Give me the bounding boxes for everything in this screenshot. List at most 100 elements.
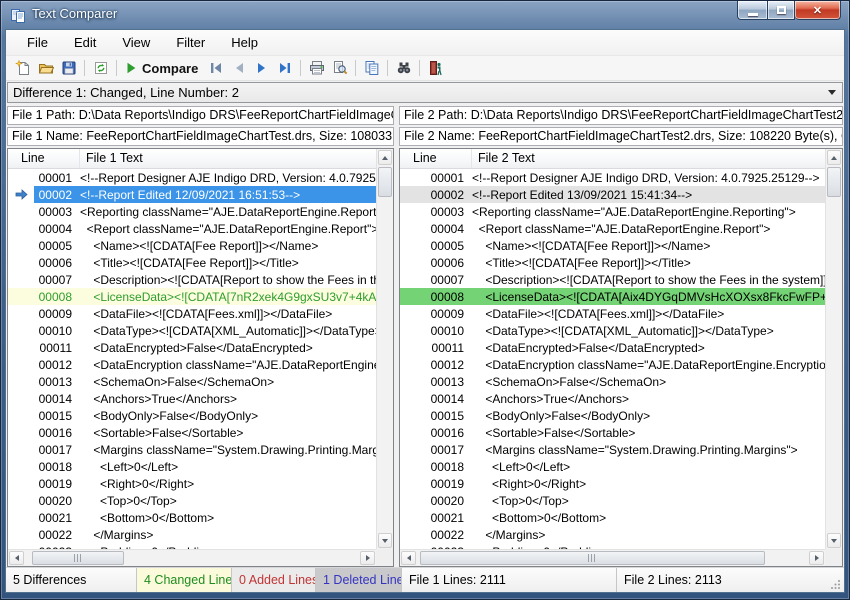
scroll-right-button[interactable]: [360, 551, 375, 565]
diff-row[interactable]: 00013 <SchemaOn>False</SchemaOn>: [8, 373, 376, 390]
diff-row[interactable]: 00015 <BodyOnly>False</BodyOnly>: [400, 407, 825, 424]
diff-row[interactable]: 00003<Reporting className="AJE.DataRepor…: [400, 203, 825, 220]
diff-row[interactable]: 00004 <Report className="AJE.DataReportE…: [400, 220, 825, 237]
title-bar[interactable]: Text Comparer ✕: [1, 1, 849, 29]
diff-row[interactable]: 00010 <DataType><![CDATA[XML_Automatic]]…: [400, 322, 825, 339]
file1-horizontal-scrollbar[interactable]: [8, 549, 376, 566]
horizontal-scroll-thumb[interactable]: [420, 551, 765, 565]
row-marker-gutter: [8, 288, 34, 305]
resize-grip-icon: [831, 579, 841, 589]
triangle-right-icon: [815, 555, 819, 561]
diff-row[interactable]: 00006 <Title><![CDATA[Fee Report]]></Tit…: [8, 254, 376, 271]
menu-item-view[interactable]: View: [109, 31, 163, 54]
new-button[interactable]: [11, 57, 34, 79]
file2-list-header[interactable]: Line File 2 Text: [400, 149, 825, 169]
find-button[interactable]: [392, 57, 415, 79]
last-difference-button[interactable]: [273, 57, 296, 79]
triangle-down-icon: [382, 539, 388, 543]
diff-row[interactable]: 00020 <Top>0</Top>: [8, 492, 376, 509]
column-header-line[interactable]: Line: [400, 149, 472, 168]
diff-row[interactable]: 00020 <Top>0</Top>: [400, 492, 825, 509]
diff-row[interactable]: 00005 <Name><![CDATA[Fee Report]]></Name…: [400, 237, 825, 254]
diff-row[interactable]: 00011 <DataEncrypted>False</DataEncrypte…: [8, 339, 376, 356]
diff-row[interactable]: 00001<!--Report Designer AJE Indigo DRD,…: [400, 169, 825, 186]
diff-row[interactable]: 00021 <Bottom>0</Bottom>: [400, 509, 825, 526]
scroll-down-button[interactable]: [378, 533, 392, 548]
diff-row[interactable]: 00021 <Bottom>0</Bottom>: [8, 509, 376, 526]
vertical-scroll-thumb[interactable]: [378, 167, 392, 197]
diff-row[interactable]: 00012 <DataEncryption className="AJE.Dat…: [400, 356, 825, 373]
print-preview-button[interactable]: [328, 57, 351, 79]
dropdown-button[interactable]: [822, 90, 842, 95]
open-button[interactable]: [34, 57, 57, 79]
diff-row[interactable]: 00022 </Margins>: [8, 526, 376, 543]
menu-item-file[interactable]: File: [14, 31, 61, 54]
diff-row[interactable]: 00016 <Sortable>False</Sortable>: [8, 424, 376, 441]
scroll-left-button[interactable]: [9, 551, 24, 565]
grip-icon: [588, 554, 597, 562]
next-difference-button[interactable]: [250, 57, 273, 79]
copy-button[interactable]: [360, 57, 383, 79]
diff-row[interactable]: 00019 <Right>0</Right>: [400, 475, 825, 492]
diff-row[interactable]: 00014 <Anchors>True</Anchors>: [400, 390, 825, 407]
diff-row[interactable]: 00016 <Sortable>False</Sortable>: [400, 424, 825, 441]
line-number: 00006: [34, 256, 80, 270]
column-header-file2-text[interactable]: File 2 Text: [472, 149, 825, 168]
file1-list-header[interactable]: Line File 1 Text: [8, 149, 376, 169]
diff-row[interactable]: 00002<!--Report Edited 13/09/2021 15:41:…: [400, 186, 825, 203]
file2-horizontal-scrollbar[interactable]: [400, 549, 825, 566]
diff-row[interactable]: 00008 <LicenseData><![CDATA[7nR2xek4G9gx…: [8, 288, 376, 305]
previous-difference-button[interactable]: [227, 57, 250, 79]
file2-vertical-scrollbar[interactable]: [825, 149, 842, 549]
scroll-left-button[interactable]: [401, 551, 416, 565]
menu-item-filter[interactable]: Filter: [163, 31, 218, 54]
maximize-button[interactable]: [767, 1, 795, 20]
diff-row[interactable]: 00018 <Left>0</Left>: [400, 458, 825, 475]
diff-row[interactable]: 00015 <BodyOnly>False</BodyOnly>: [8, 407, 376, 424]
scroll-up-button[interactable]: [378, 150, 392, 165]
refresh-button[interactable]: [89, 57, 112, 79]
save-button[interactable]: [57, 57, 80, 79]
diff-row[interactable]: 00009 <DataFile><![CDATA[Fees.xml]]></Da…: [400, 305, 825, 322]
diff-row[interactable]: 00010 <DataType><![CDATA[XML_Automatic]]…: [8, 322, 376, 339]
diff-row[interactable]: 00004 <Report className="AJE.DataReportE…: [8, 220, 376, 237]
minimize-button[interactable]: [737, 1, 767, 20]
diff-row[interactable]: 00002<!--Report Edited 12/09/2021 16:51:…: [8, 186, 376, 203]
diff-row[interactable]: 00013 <SchemaOn>False</SchemaOn>: [400, 373, 825, 390]
print-button[interactable]: [305, 57, 328, 79]
diff-row[interactable]: 00017 <Margins className="System.Drawing…: [400, 441, 825, 458]
compare-button[interactable]: Compare: [121, 57, 204, 79]
resize-grip[interactable]: [828, 568, 844, 592]
scroll-right-button[interactable]: [809, 551, 824, 565]
diff-row[interactable]: 00007 <Description><![CDATA[Report to sh…: [400, 271, 825, 288]
diff-row[interactable]: 00006 <Title><![CDATA[Fee Report]]></Tit…: [400, 254, 825, 271]
diff-row[interactable]: 00003<Reporting className="AJE.DataRepor…: [8, 203, 376, 220]
diff-row[interactable]: 00009 <DataFile><![CDATA[Fees.xml]]></Da…: [8, 305, 376, 322]
file1-vertical-scrollbar[interactable]: [376, 149, 393, 549]
menu-item-help[interactable]: Help: [218, 31, 271, 54]
first-difference-button[interactable]: [204, 57, 227, 79]
difference-selector[interactable]: Difference 1: Changed, Line Number: 2: [7, 82, 843, 103]
vertical-scroll-thumb[interactable]: [827, 167, 841, 197]
close-button[interactable]: ✕: [795, 1, 841, 20]
diff-row[interactable]: 00019 <Right>0</Right>: [8, 475, 376, 492]
diff-row[interactable]: 00018 <Left>0</Left>: [8, 458, 376, 475]
exit-button[interactable]: [424, 57, 447, 79]
diff-row[interactable]: 00007 <Description><![CDATA[Report to sh…: [8, 271, 376, 288]
menu-item-edit[interactable]: Edit: [61, 31, 109, 54]
line-number: 00006: [426, 256, 472, 270]
scroll-down-button[interactable]: [827, 533, 841, 548]
scroll-up-button[interactable]: [827, 150, 841, 165]
horizontal-scroll-thumb[interactable]: [32, 551, 124, 565]
diff-row[interactable]: 00011 <DataEncrypted>False</DataEncrypte…: [400, 339, 825, 356]
diff-row[interactable]: 00005 <Name><![CDATA[Fee Report]]></Name…: [8, 237, 376, 254]
diff-row[interactable]: 00012 <DataEncryption className="AJE.Dat…: [8, 356, 376, 373]
diff-row[interactable]: 00008 <LicenseData><![CDATA[Aix4DYGqDMVs…: [400, 288, 825, 305]
column-header-line[interactable]: Line: [8, 149, 80, 168]
diff-row[interactable]: 00017 <Margins className="System.Drawing…: [8, 441, 376, 458]
column-header-file1-text[interactable]: File 1 Text: [80, 149, 376, 168]
nav-last-icon: [277, 60, 293, 76]
diff-row[interactable]: 00022 </Margins>: [400, 526, 825, 543]
diff-row[interactable]: 00001<!--Report Designer AJE Indigo DRD,…: [8, 169, 376, 186]
diff-row[interactable]: 00014 <Anchors>True</Anchors>: [8, 390, 376, 407]
